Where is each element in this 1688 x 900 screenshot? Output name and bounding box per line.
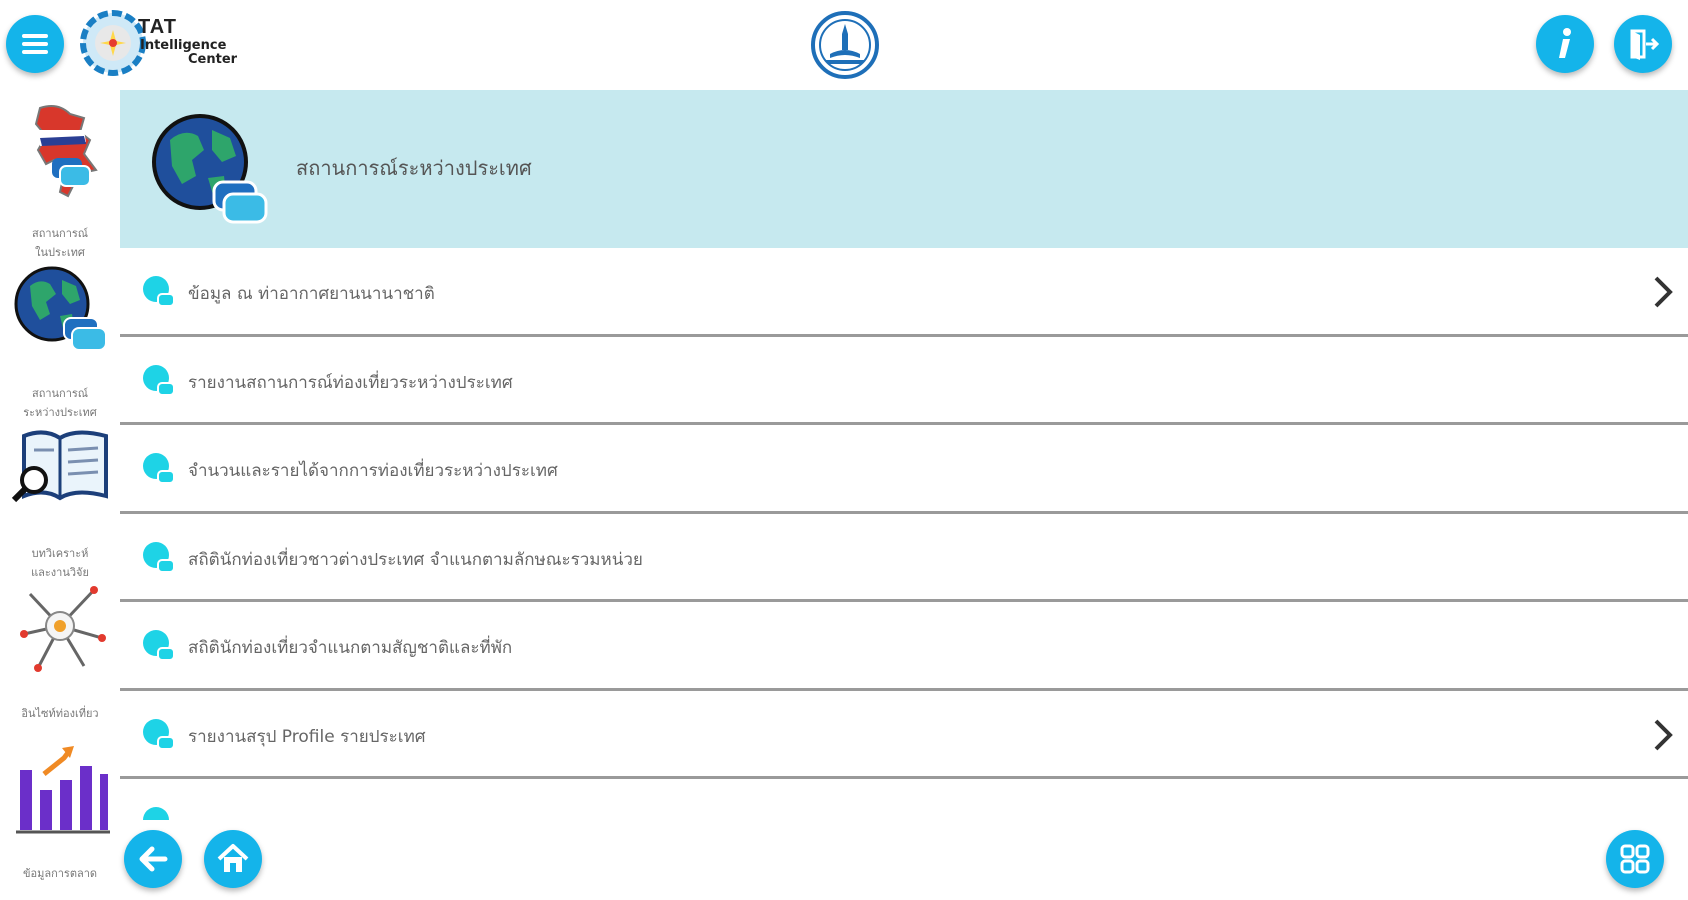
sidebar-item-label: สถานการณ์ ระหว่างประเทศ [0, 384, 120, 422]
logout-icon [1630, 29, 1660, 60]
list-item[interactable]: รายงานสถานการณ์ท่องเที่ยวระหว่างประเทศ [120, 336, 1688, 425]
arrow-left-icon [139, 846, 168, 872]
book-magnifier-icon [11, 430, 108, 503]
logout-button[interactable] [1614, 15, 1672, 73]
sidebar-item-label: บทวิเคราะห์ และงานวิจัย [0, 544, 120, 582]
sidebar-item-label: ข้อมูลการตลาด [0, 864, 120, 883]
list-item[interactable]: ข้อมูล ณ ท่าอากาศยานนานาชาติ [120, 248, 1688, 337]
chat-bubble-icon [143, 276, 175, 307]
tat-emblem-icon [811, 11, 879, 79]
chevron-right-icon [1654, 719, 1673, 750]
chat-bubble-icon [143, 807, 169, 820]
list-item[interactable]: จำนวนและรายได้จากการท่องเที่ยวระหว่างประ… [120, 425, 1688, 514]
globe-chat-icon [14, 266, 107, 351]
tourism-insight-icon [20, 586, 106, 672]
bar-chart-icon [16, 746, 110, 834]
sidebar-item-domestic[interactable]: สถานการณ์ ในประเทศ [0, 100, 120, 260]
list-item-label: รายงานสรุป Profile รายประเทศ [188, 726, 426, 747]
list-item-label: ข้อมูล ณ ท่าอากาศยานนานาชาติ [188, 284, 435, 304]
section-header: สถานการณ์ระหว่างประเทศ [120, 90, 1688, 248]
info-icon [1559, 28, 1571, 58]
home-icon [217, 844, 249, 872]
list-item-label: รายงานสถานการณ์ท่องเที่ยวระหว่างประเทศ [188, 372, 513, 393]
sidebar-item-research[interactable]: บทวิเคราะห์ และงานวิจัย [0, 420, 120, 580]
hamburger-menu-icon [22, 34, 48, 54]
list-item-label: สถิตินักท่องเที่ยวจำแนกตามสัญชาติและที่พ… [188, 638, 513, 658]
top-bar: TAT Intelligence Center [0, 0, 1688, 90]
logo-subtitle: Intelligence [140, 38, 227, 53]
list-item-label: จำนวนและรายได้จากการท่องเที่ยวระหว่างประ… [188, 461, 558, 481]
list-item-label: สถิตินักท่องเที่ยวชาวต่างประเทศ จำแนกตาม… [188, 549, 643, 570]
sidebar-label-line: อินไซท์ท่องเที่ยว [21, 707, 99, 720]
chat-bubble-icon [143, 364, 175, 396]
list-item[interactable]: สถิตินักท่องเที่ยวจำแนกตามสัญชาติและที่พ… [120, 602, 1688, 691]
sidebar-item-label: สถานการณ์ ในประเทศ [0, 224, 120, 262]
logo-emblem-icon [80, 10, 146, 76]
back-button[interactable] [124, 830, 182, 888]
grid-apps-icon [1620, 844, 1650, 874]
sidebar-label-line: สถานการณ์ [31, 227, 89, 240]
chat-bubble-icon [143, 718, 175, 750]
list-item[interactable] [120, 779, 1688, 820]
list-item[interactable]: รายงานสรุป Profile รายประเทศ [120, 690, 1688, 779]
sidebar-label-line: สถานการณ์ [31, 387, 89, 400]
apps-grid-button[interactable] [1606, 830, 1664, 888]
sidebar: สถานการณ์ ในประเทศ สถานการณ์ ระหว่างประเ… [0, 90, 120, 900]
sidebar-item-international[interactable]: สถานการณ์ ระหว่างประเทศ [0, 260, 120, 420]
chat-bubble-icon [143, 630, 175, 661]
globe-chat-icon [152, 114, 268, 224]
thailand-map-chat-icon [34, 105, 98, 198]
sidebar-label-line: ข้อมูลการตลาด [22, 867, 98, 880]
info-button[interactable] [1536, 15, 1594, 73]
report-list: ข้อมูล ณ ท่าอากาศยานนานาชาติ รายงานสถานก… [120, 248, 1688, 820]
home-button[interactable] [204, 830, 262, 888]
chat-bubble-icon [143, 453, 175, 484]
page-title: สถานการณ์ระหว่างประเทศ [296, 156, 532, 180]
sidebar-item-marketing[interactable]: ข้อมูลการตลาด [0, 740, 120, 900]
logo-title: TAT [138, 16, 177, 38]
chat-bubble-icon [143, 541, 175, 573]
sidebar-item-insight[interactable]: อินไซท์ท่องเที่ยว [0, 580, 120, 740]
menu-button[interactable] [6, 15, 64, 73]
tat-intelligence-logo: TAT Intelligence Center [80, 8, 250, 80]
sidebar-label-line: บทวิเคราะห์ [31, 547, 89, 560]
sidebar-item-label: อินไซท์ท่องเที่ยว [0, 704, 120, 723]
logo-subtitle: Center [188, 52, 238, 67]
chevron-right-icon [1654, 276, 1673, 308]
list-item[interactable]: สถิตินักท่องเที่ยวชาวต่างประเทศ จำแนกตาม… [120, 513, 1688, 602]
